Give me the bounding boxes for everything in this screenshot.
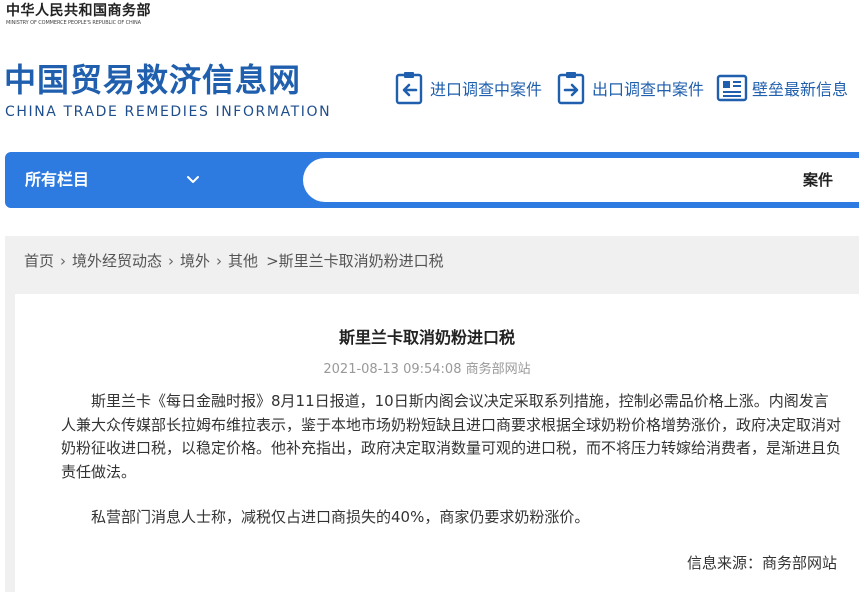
breadcrumb-overseas-trends[interactable]: 境外经贸动态 [72, 250, 162, 271]
export-case-icon [557, 72, 585, 105]
main-nav-bar: 所有栏目 案件 [5, 152, 859, 208]
barrier-news-label: 壁垒最新信息 [752, 80, 849, 99]
breadcrumb-other[interactable]: 其他 [228, 250, 258, 271]
import-cases-link[interactable]: 进口调查中案件 [394, 70, 542, 106]
breadcrumb: 首页 › 境外经贸动态 › 境外 › 其他 >斯里兰卡取消奶粉进口税 [24, 250, 444, 271]
breadcrumb-overseas[interactable]: 境外 [180, 250, 210, 271]
article-meta: 2021-08-13 09:54:08 商务部网站 [323, 362, 531, 377]
article-panel: 斯里兰卡取消奶粉进口税 2021-08-13 09:54:08 商务部网站 斯里… [15, 294, 859, 592]
breadcrumb-separator: › [216, 251, 223, 270]
ministry-name-cn: 中华人民共和国商务部 [6, 3, 151, 19]
barrier-news-link[interactable]: 壁垒最新信息 [716, 70, 848, 106]
import-case-icon [395, 72, 423, 105]
export-cases-label: 出口调查中案件 [592, 80, 705, 99]
chevron-down-icon [187, 176, 200, 183]
all-columns-dropdown[interactable]: 所有栏目 [25, 152, 201, 208]
export-cases-link[interactable]: 出口调查中案件 [556, 70, 704, 106]
article-body: 斯里兰卡《每日金融时报》8月11日报道，10日斯内阁会议决定采取系列措施，控制必… [61, 390, 843, 530]
breadcrumb-separator: › [60, 251, 67, 270]
search-input[interactable]: 案件 [303, 158, 859, 202]
site-logo-en: CHINA TRADE REMEDIES INFORMATION [5, 104, 332, 120]
breadcrumb-separator: › [168, 251, 175, 270]
site-logo-cn[interactable]: 中国贸易救济信息网 [4, 58, 301, 102]
breadcrumb-home[interactable]: 首页 [24, 250, 54, 271]
article-source: 信息来源：商务部网站 [686, 554, 837, 572]
top-links: 进口调查中案件 出口调查中案件 壁垒最新信息 [394, 70, 859, 110]
import-cases-label: 进口调查中案件 [430, 80, 543, 99]
all-columns-label: 所有栏目 [25, 170, 90, 189]
article-paragraph: 私营部门消息人士称，减税仅占进口商损失的40%，商家仍要求奶粉涨价。 [91, 508, 590, 526]
ministry-header: 中华人民共和国商务部 MINISTRY OF COMMERCE PEOPLE'S… [6, 2, 151, 27]
article-title: 斯里兰卡取消奶粉进口税 [338, 328, 515, 347]
ministry-name-en: MINISTRY OF COMMERCE PEOPLE'S REPUBLIC O… [6, 20, 141, 26]
breadcrumb-current: >斯里兰卡取消奶粉进口税 [266, 252, 444, 270]
barrier-news-icon [716, 74, 748, 102]
search-case-button[interactable]: 案件 [803, 158, 833, 202]
article-paragraph: 斯里兰卡《每日金融时报》8月11日报道，10日斯内阁会议决定采取系列措施，控制必… [61, 392, 842, 481]
